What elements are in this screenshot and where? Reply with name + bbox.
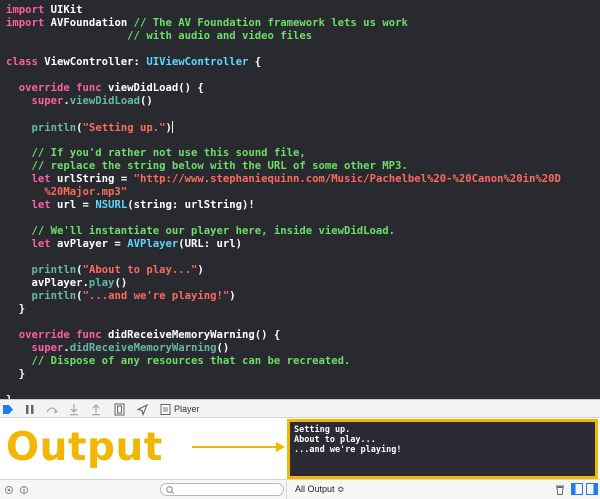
code-token: "http://www.stephaniequinn.com/Music/Pac… <box>133 173 561 185</box>
step-over-icon[interactable] <box>46 403 58 416</box>
code-token: override func <box>6 329 102 341</box>
code-line: super.viewDidLoad() <box>6 95 153 108</box>
console-line: ...and we're playing! <box>294 445 402 455</box>
split-right-pane-icon[interactable] <box>586 483 598 495</box>
code-token: viewDidLoad() { <box>101 82 204 94</box>
code-token: avPlayer = <box>50 238 128 250</box>
code-line: } <box>6 303 25 316</box>
code-token: import <box>6 4 45 16</box>
code-line: // replace the string below with the URL… <box>6 160 408 173</box>
code-line: // Dispose of any resources that can be … <box>6 355 351 368</box>
debug-bar: Player <box>0 399 600 418</box>
code-token: %20Major.mp3" <box>6 186 128 198</box>
code-line: override func didReceiveMemoryWarning() … <box>6 329 281 342</box>
code-token: { <box>248 56 262 68</box>
eye-icon[interactable] <box>4 485 14 495</box>
code-token: url = <box>50 199 96 211</box>
code-line: class ViewController: UIViewController { <box>6 56 261 69</box>
code-line: let avPlayer = AVPlayer(URL: url) <box>6 238 243 251</box>
code-token: let <box>6 199 51 211</box>
code-token: override func <box>6 82 102 94</box>
code-token: UIViewController <box>146 56 249 68</box>
code-token: didReceiveMemoryWarning <box>69 342 217 354</box>
thread-label[interactable]: Player <box>174 404 200 414</box>
code-token: super <box>6 342 64 354</box>
code-token: "Setting up." <box>82 122 166 134</box>
search-icon <box>166 486 175 495</box>
code-line: avPlayer.play() <box>6 277 128 290</box>
code-token: "About to play..." <box>82 264 198 276</box>
code-line: // with audio and video files <box>6 30 312 43</box>
pause-icon[interactable] <box>25 403 35 416</box>
code-editor[interactable]: import UIKit import AVFoundation // The A… <box>0 0 600 399</box>
trash-icon[interactable] <box>555 484 565 495</box>
info-icon[interactable] <box>19 485 29 495</box>
code-token: ViewController: <box>37 56 147 68</box>
output-filter-select[interactable]: All Output ≎ <box>295 484 345 495</box>
code-token: // The AV Foundation framework lets us w… <box>133 17 408 29</box>
code-token: () <box>216 342 230 354</box>
code-token: super <box>6 95 64 107</box>
code-token: } <box>6 368 26 380</box>
code-token: // Dispose of any resources that can be … <box>6 355 351 367</box>
code-line: } <box>6 368 25 381</box>
code-line: // We'll instantiate our player here, in… <box>6 225 396 238</box>
code-token: AVFoundation <box>44 17 134 29</box>
code-token: (string: urlString)! <box>127 199 255 211</box>
code-token: } <box>6 303 26 315</box>
code-token: ) <box>229 290 236 302</box>
console-line: Setting up. <box>294 425 351 435</box>
step-out-icon[interactable] <box>91 403 101 416</box>
code-token: viewDidLoad <box>69 95 140 107</box>
code-line: println("...and we're playing!") <box>6 290 236 303</box>
code-token: class <box>6 56 38 68</box>
code-token: // We'll instantiate our player here, in… <box>6 225 396 237</box>
code-token: let <box>6 173 51 185</box>
code-line: // If you'd rather not use this sound fi… <box>6 147 306 160</box>
code-line: println("About to play...") <box>6 264 204 277</box>
code-token: import <box>6 17 45 29</box>
code-token: println <box>6 122 77 134</box>
code-token: // replace the string below with the URL… <box>6 160 408 172</box>
code-token: "...and we're playing!" <box>82 290 230 302</box>
console-line: About to play... <box>294 435 376 445</box>
console-output[interactable]: Setting up. About to play... ...and we'r… <box>287 419 598 479</box>
step-into-icon[interactable] <box>69 403 79 416</box>
text-cursor <box>171 121 173 133</box>
output-annotation-label: Output <box>6 425 163 470</box>
split-left-pane-icon[interactable] <box>571 483 583 495</box>
code-line: %20Major.mp3" <box>6 186 127 199</box>
code-token: println <box>6 290 77 302</box>
code-line: let urlString = "http://www.stephaniequi… <box>6 173 561 186</box>
code-token: AVPlayer <box>127 238 179 250</box>
code-token: didReceiveMemoryWarning() { <box>101 329 281 341</box>
code-line: import AVFoundation // The AV Foundation… <box>6 17 408 30</box>
code-line: import UIKit <box>6 4 83 17</box>
arrow-right-icon <box>192 442 285 452</box>
location-arrow-icon[interactable] <box>137 403 148 416</box>
code-token: play <box>88 277 115 289</box>
console-bar: All Output ≎ <box>286 479 600 499</box>
code-line: override func viewDidLoad() { <box>6 82 204 95</box>
code-token: NSURL <box>95 199 128 211</box>
breakpoint-toggle-icon[interactable] <box>3 403 13 416</box>
code-line: println("Setting up.") <box>6 121 173 134</box>
view-hierarchy-icon[interactable] <box>114 403 125 416</box>
code-token: ) <box>197 264 204 276</box>
code-token: () <box>114 277 128 289</box>
filter-input[interactable] <box>160 483 284 496</box>
variables-bar <box>0 479 286 499</box>
code-token: () <box>139 95 153 107</box>
code-token: avPlayer. <box>6 277 89 289</box>
code-token: urlString = <box>50 173 134 185</box>
code-line: let url = NSURL(string: urlString)! <box>6 199 255 212</box>
code-token: let <box>6 238 51 250</box>
code-token: println <box>6 264 77 276</box>
thread-icon <box>160 404 171 415</box>
code-token: // with audio and video files <box>6 30 313 42</box>
code-token: UIKit <box>44 4 83 16</box>
code-line: super.didReceiveMemoryWarning() <box>6 342 230 355</box>
code-token: (URL: url) <box>178 238 243 250</box>
code-token: // If you'd rather not use this sound fi… <box>6 147 306 159</box>
